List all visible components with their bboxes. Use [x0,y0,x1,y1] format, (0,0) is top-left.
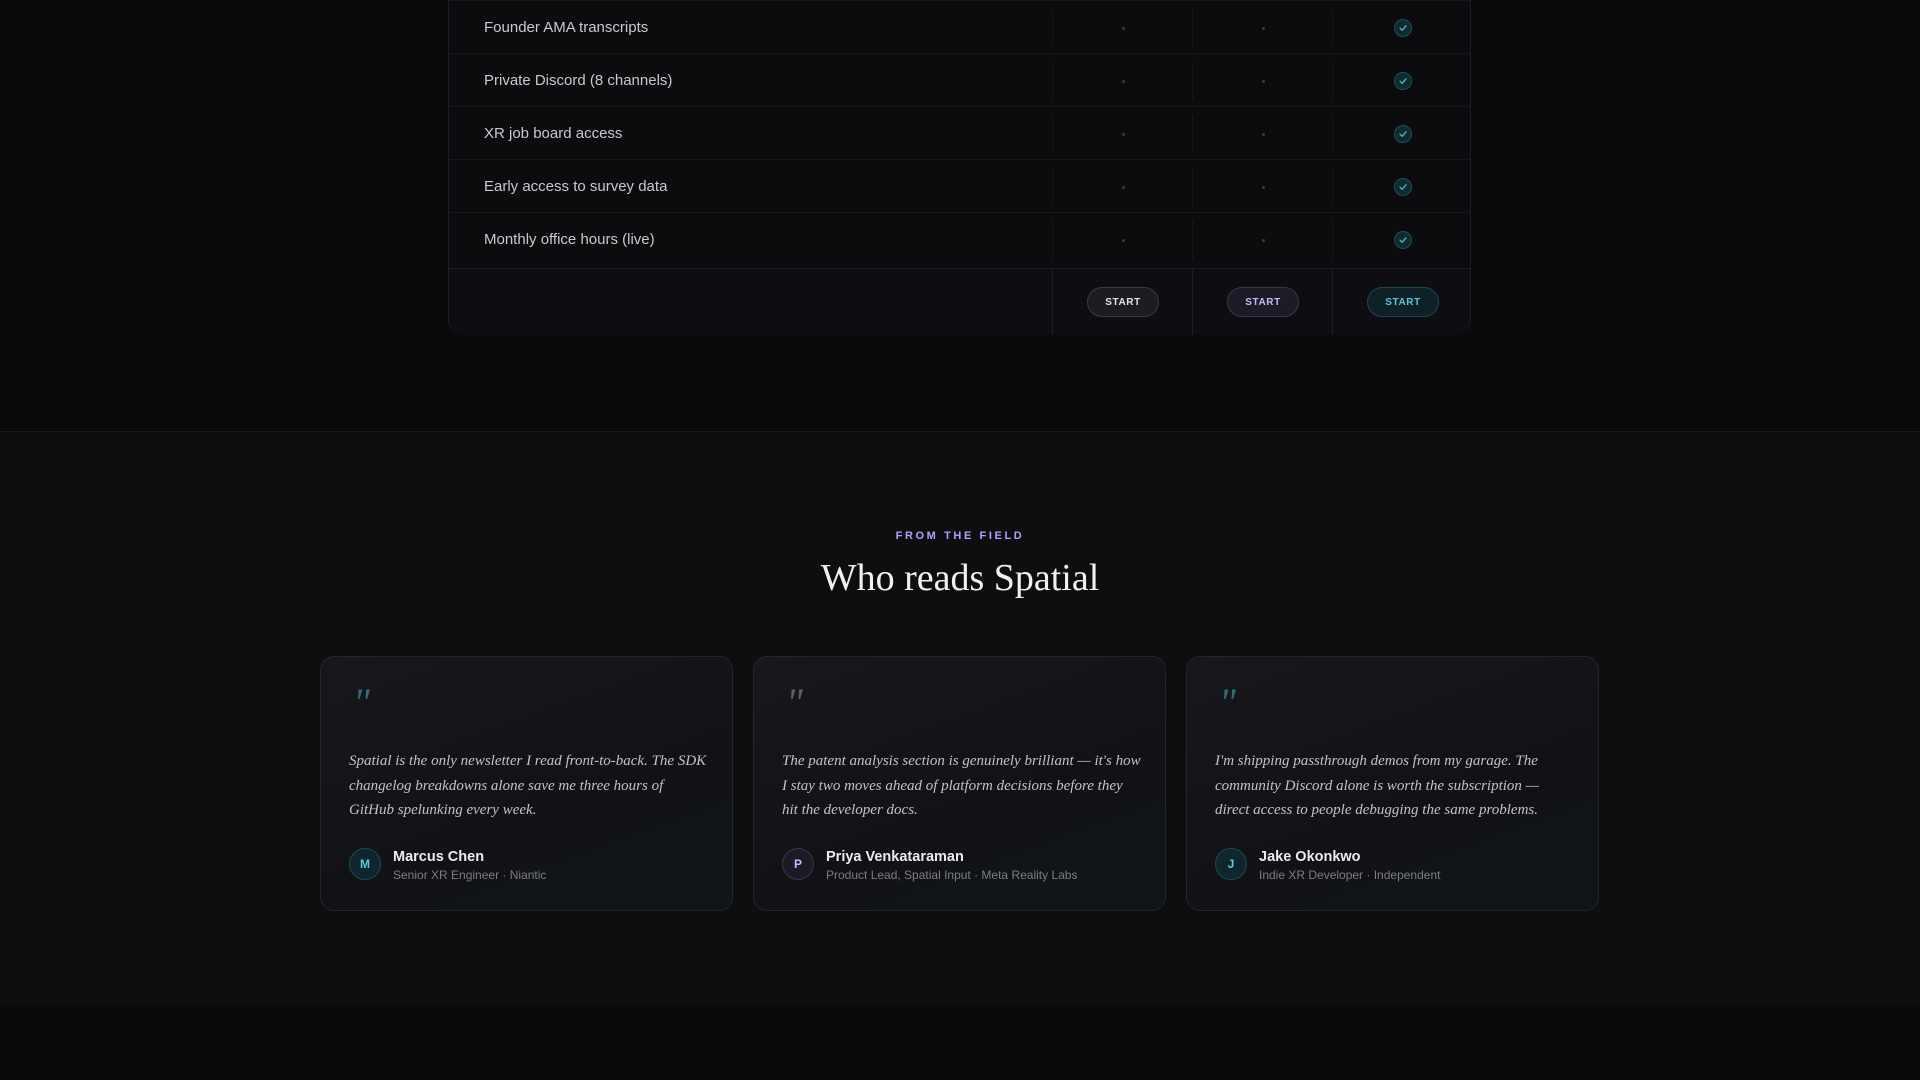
not-included-dot-icon [1121,132,1125,136]
feature-label: XR job board access [484,125,623,142]
testimonial-quote: I'm shipping passthrough demos from my g… [1215,753,1540,818]
section-eyebrow: FROM THE FIELD [895,530,1025,542]
start-tier-2-button[interactable]: START [1227,287,1299,317]
avatar: M [349,848,381,880]
tier-2-cell [1192,62,1333,100]
page-bottom-band [0,1007,1920,1080]
testimonial-quote: Spatial is the only newsletter I read fr… [349,753,707,818]
start-tier-1-button[interactable]: START [1087,287,1159,317]
tier-1-cell [1052,168,1193,206]
table-row: Private Discord (8 channels) [449,53,1470,107]
not-included-dot-icon [1261,132,1265,136]
quote-mark-icon: " [353,680,370,725]
tier-2-cell [1192,168,1333,206]
tier-2-cell [1192,9,1333,47]
avatar: J [1215,848,1247,880]
testimonial-card: " Spatial is the only newsletter I read … [320,656,733,911]
tier-1-footer-cell: START [1052,269,1193,335]
tier-3-cell [1332,9,1473,47]
check-icon [1394,231,1412,249]
not-included-dot-icon [1261,26,1265,30]
testimonials-section: FROM THE FIELD Who reads Spatial " Spati… [0,431,1920,1008]
tier-1-cell [1052,115,1193,153]
tier-3-footer-cell: START [1332,269,1473,335]
not-included-dot-icon [1121,185,1125,189]
not-included-dot-icon [1261,185,1265,189]
tier-3-cell [1332,62,1473,100]
tier-3-cell [1332,168,1473,206]
feature-label: Founder AMA transcripts [484,19,649,36]
feature-comparison-table: Founder AMA transcripts Private Discord … [448,0,1471,335]
tier-1-cell [1052,221,1193,259]
feature-label: Private Discord (8 channels) [484,72,673,89]
check-icon [1394,72,1412,90]
feature-label: Early access to survey data [484,178,668,195]
author-name: Priya Venkataraman [826,849,964,865]
tier-2-footer-cell: START [1192,269,1333,335]
testimonial-card: " The patent analysis section is genuine… [753,656,1166,911]
author-role: Senior XR Engineer · Niantic [393,868,547,882]
not-included-dot-icon [1121,79,1125,83]
feature-label: Monthly office hours (live) [484,231,655,248]
table-row: Founder AMA transcripts [449,0,1470,54]
author-name: Marcus Chen [393,849,485,865]
quote-mark-icon: " [786,680,803,725]
tier-3-cell [1332,221,1473,259]
start-tier-3-button[interactable]: START [1367,287,1439,317]
testimonial-card: " I'm shipping passthrough demos from my… [1186,656,1599,911]
section-heading: Who reads Spatial [820,557,1100,599]
author-role: Indie XR Developer · Independent [1259,868,1441,882]
avatar: P [782,848,814,880]
quote-mark-icon: " [1219,680,1236,725]
check-icon [1394,19,1412,37]
check-icon [1394,125,1412,143]
not-included-dot-icon [1121,26,1125,30]
not-included-dot-icon [1121,238,1125,242]
not-included-dot-icon [1261,238,1265,242]
tier-1-cell [1052,9,1193,47]
author-name: Jake Okonkwo [1259,849,1361,865]
table-row: Monthly office hours (live) [449,212,1470,266]
author-role: Product Lead, Spatial Input · Meta Reali… [826,868,1078,882]
table-footer-row: START START START [449,268,1470,335]
not-included-dot-icon [1261,79,1265,83]
tier-1-cell [1052,62,1193,100]
check-icon [1394,178,1412,196]
table-row: Early access to survey data [449,159,1470,213]
tier-2-cell [1192,221,1333,259]
tier-3-cell [1332,115,1473,153]
testimonial-quote: The patent analysis section is genuinely… [782,753,1141,818]
table-row: XR job board access [449,106,1470,160]
tier-2-cell [1192,115,1333,153]
